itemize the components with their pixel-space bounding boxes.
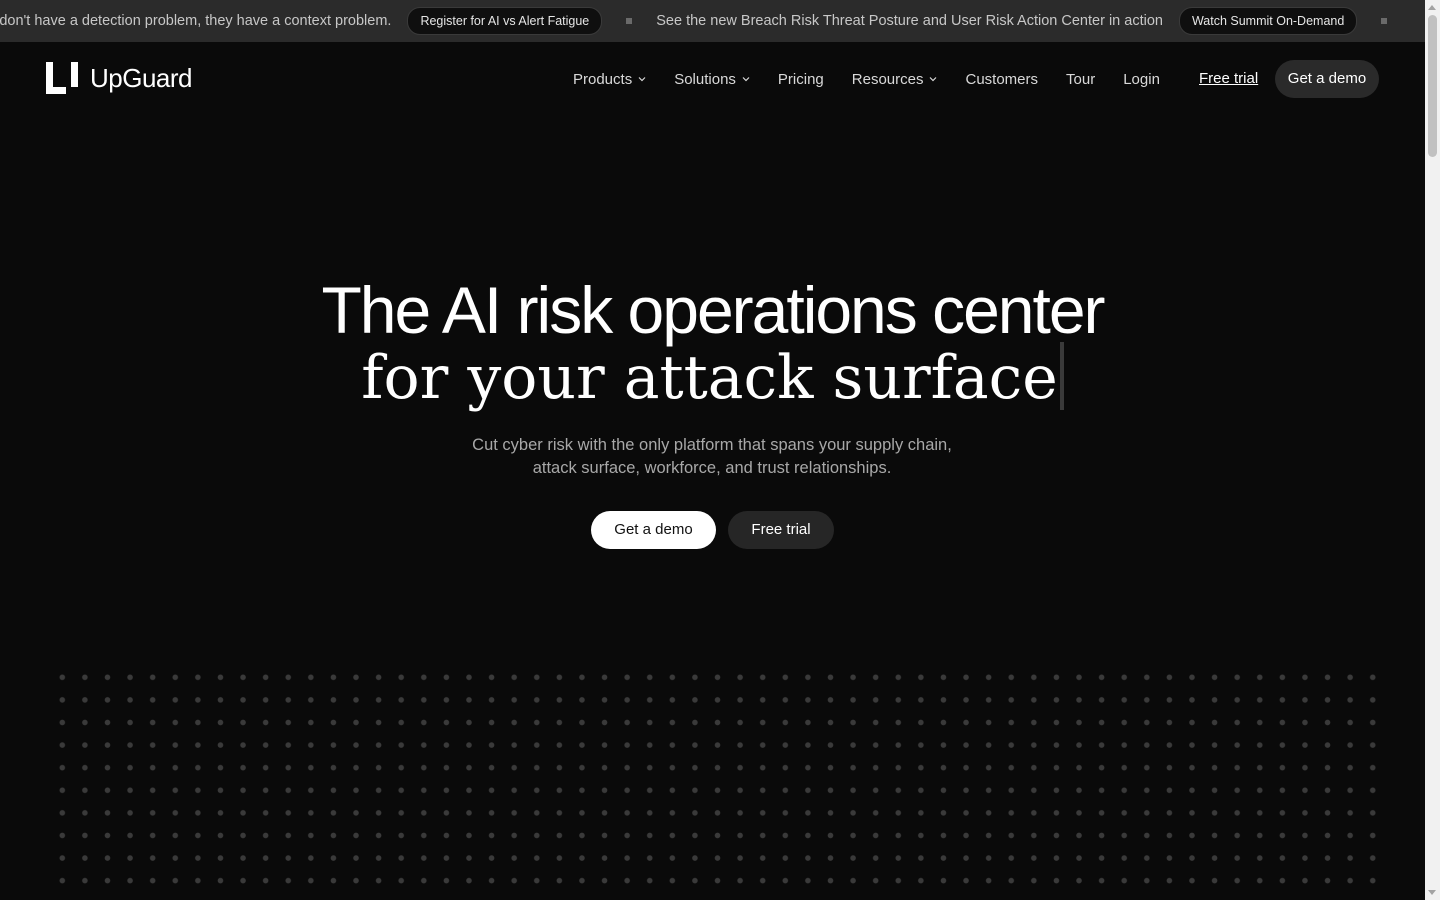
hero-subtitle: Cut cyber risk with the only platform th… bbox=[412, 434, 1012, 480]
hero-title-serif-text: for your attack surface bbox=[361, 343, 1058, 413]
register-webinar-button[interactable]: Register for AI vs Alert Fatigue bbox=[407, 7, 603, 35]
nav-label: Customers bbox=[965, 70, 1039, 88]
hero-subtitle-line: Cut cyber risk with the only platform th… bbox=[472, 436, 952, 454]
upguard-logo-icon bbox=[46, 62, 78, 94]
announcement-marquee: ns don't have a detection problem, they … bbox=[0, 0, 1388, 42]
watch-summit-button[interactable]: Watch Summit On-Demand bbox=[1178, 7, 1358, 35]
separator-square-icon bbox=[1381, 18, 1388, 24]
nav-solutions[interactable]: Solutions bbox=[674, 71, 750, 88]
nav-label: Pricing bbox=[777, 70, 824, 88]
chevron-down-icon bbox=[638, 77, 646, 82]
hero-title: The AI risk operations center bbox=[321, 273, 1105, 347]
chevron-down-icon bbox=[742, 77, 750, 82]
nav-login[interactable]: Login bbox=[1123, 71, 1160, 88]
nav-label: Tour bbox=[1066, 70, 1096, 88]
nav-tour[interactable]: Tour bbox=[1066, 71, 1095, 88]
hero-subtitle-line: attack surface, workforce, and trust rel… bbox=[532, 459, 892, 477]
announcement-text: See the new Breach Risk Threat Posture a… bbox=[656, 13, 1163, 29]
nav-label: Login bbox=[1123, 70, 1160, 88]
scrollbar-thumb[interactable] bbox=[1428, 15, 1437, 157]
logo[interactable]: UpGuard bbox=[46, 62, 193, 94]
nav-resources[interactable]: Resources bbox=[852, 71, 938, 88]
hero-title-serif: for your attack surface bbox=[0, 340, 1425, 416]
nav-label: Products bbox=[573, 70, 633, 88]
nav-products[interactable]: Products bbox=[573, 71, 646, 88]
nav-label: Solutions bbox=[674, 70, 736, 88]
vertical-scrollbar[interactable] bbox=[1425, 0, 1440, 900]
typing-caret bbox=[1059, 342, 1064, 410]
free-trial-link[interactable]: Free trial bbox=[1199, 70, 1258, 87]
announcement-text: ns don't have a detection problem, they … bbox=[0, 13, 392, 29]
hero-get-demo-button[interactable]: Get a demo bbox=[591, 511, 716, 549]
site-header: UpGuard Products Solutions Pricing Resou… bbox=[0, 42, 1425, 116]
scroll-down-arrow-icon[interactable] bbox=[1428, 890, 1436, 895]
main-nav: Products Solutions Pricing Resources Cus… bbox=[573, 42, 1188, 116]
dot-grid-background bbox=[51, 666, 1381, 900]
chevron-down-icon bbox=[930, 77, 937, 82]
hero-free-trial-button[interactable]: Free trial bbox=[728, 511, 834, 549]
page: ns don't have a detection problem, they … bbox=[0, 0, 1425, 900]
scroll-up-arrow-icon[interactable] bbox=[1428, 5, 1436, 10]
nav-pricing[interactable]: Pricing bbox=[778, 71, 824, 88]
logo-wordmark: UpGuard bbox=[90, 62, 193, 93]
announcement-bar: ns don't have a detection problem, they … bbox=[0, 0, 1425, 42]
nav-customers[interactable]: Customers bbox=[965, 71, 1038, 88]
nav-label: Resources bbox=[851, 70, 924, 88]
separator-square-icon bbox=[626, 18, 633, 24]
get-demo-button[interactable]: Get a demo bbox=[1275, 60, 1379, 98]
